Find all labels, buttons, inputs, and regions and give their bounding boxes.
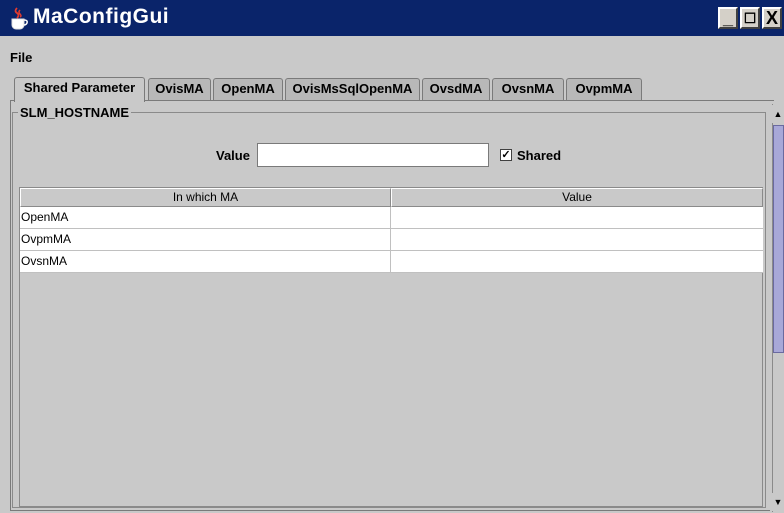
checkmark-icon: ✓ (501, 149, 511, 161)
table-row[interactable]: OvsnMA (20, 251, 763, 273)
close-icon: X (765, 8, 778, 28)
tab-ovsdma[interactable]: OvsdMA (422, 78, 490, 100)
table-row[interactable]: OvpmMA (20, 229, 763, 251)
shared-checkbox[interactable]: ✓ (500, 149, 512, 161)
tab-shared-parameter[interactable]: Shared Parameter (14, 77, 145, 102)
table-cell-value[interactable] (391, 207, 763, 229)
tab-ovisma[interactable]: OvisMA (148, 78, 211, 100)
table-cell-ma[interactable]: OvsnMA (20, 251, 391, 273)
scroll-down-arrow-icon[interactable]: ▼ (772, 493, 784, 511)
close-button[interactable]: X (762, 7, 782, 29)
shared-label: Shared (517, 148, 562, 163)
scrollbar-thumb[interactable] (773, 125, 784, 353)
table-row[interactable]: OpenMA (20, 207, 763, 229)
maximize-icon: ☐ (743, 10, 757, 26)
window-title: MaConfigGui (33, 5, 170, 28)
column-header-in-which-ma[interactable]: In which MA (20, 188, 391, 207)
table-cell-ma[interactable]: OpenMA (20, 207, 391, 229)
maximize-button[interactable]: ☐ (740, 7, 760, 29)
table-cell-ma[interactable]: OvpmMA (20, 229, 391, 251)
scroll-up-arrow-icon[interactable]: ▲ (772, 105, 784, 123)
column-header-value[interactable]: Value (391, 188, 763, 207)
tab-ovpmma[interactable]: OvpmMA (566, 78, 642, 100)
minimize-icon: _ (722, 8, 733, 28)
tab-ovismssqlopenma[interactable]: OvisMsSqlOpenMA (285, 78, 420, 100)
menu-bar (0, 36, 784, 76)
menu-file[interactable]: File (10, 50, 32, 65)
tab-ovsnma[interactable]: OvsnMA (492, 78, 564, 100)
title-bar: MaConfigGui _ ☐ X (0, 0, 784, 36)
value-label: Value (216, 148, 250, 163)
table-cell-value[interactable] (391, 251, 763, 273)
table-cell-value[interactable] (391, 229, 763, 251)
tab-openma[interactable]: OpenMA (213, 78, 283, 100)
java-cup-icon (11, 7, 28, 30)
group-title: SLM_HOSTNAME (18, 105, 132, 120)
minimize-button[interactable]: _ (718, 7, 738, 29)
value-input[interactable] (257, 143, 489, 167)
app-window: MaConfigGui _ ☐ X File Shared Parameter … (0, 0, 784, 513)
